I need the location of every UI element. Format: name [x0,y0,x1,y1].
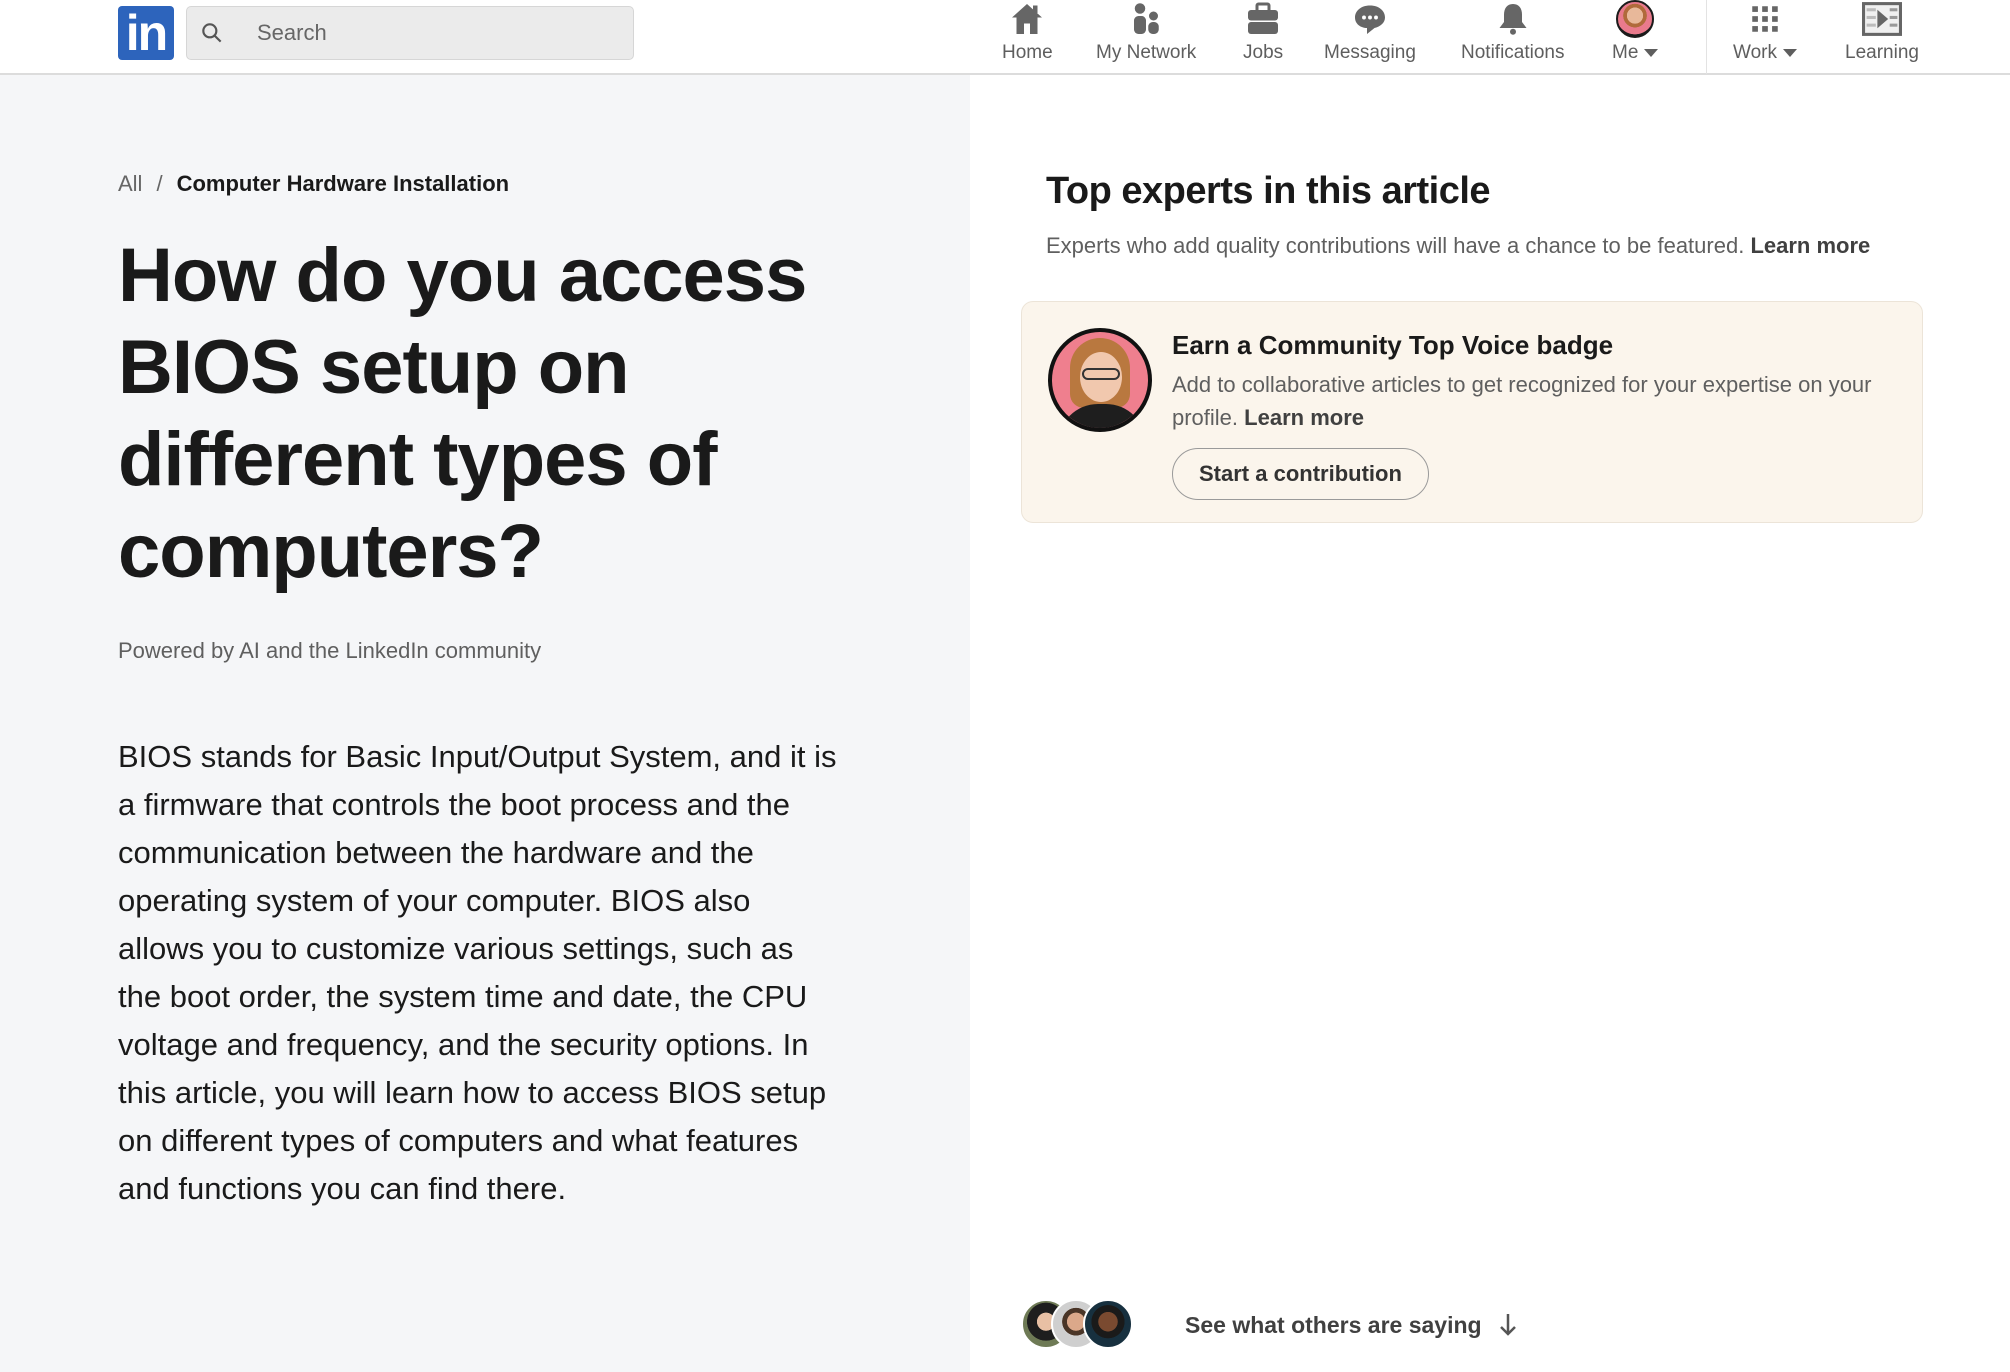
bell-icon [1499,4,1527,35]
experts-subtitle-text: Experts who add quality contributions wi… [1046,233,1745,258]
play-video-icon [1861,2,1902,36]
top-nav-bar: in Home My Network Jobs Messaging Notifi… [0,0,2010,75]
nav-jobs[interactable]: Jobs [1243,0,1283,70]
nav-learning-label: Learning [1845,42,1919,63]
grid-icon [1752,6,1778,32]
caret-down-icon [1644,49,1659,57]
contributor-avatar [1083,1299,1133,1349]
nav-me[interactable]: Me [1612,0,1659,70]
article-panel: All / Computer Hardware Installation How… [0,75,970,1372]
nav-messaging[interactable]: Messaging [1324,0,1416,70]
article-title: How do you access BIOS setup on differen… [118,233,807,594]
briefcase-icon [1248,2,1279,34]
search-icon [202,23,222,43]
nav-work-label: Work [1733,42,1797,64]
chat-bubble-icon [1354,5,1385,34]
breadcrumb-all-link[interactable]: All [118,171,142,197]
nav-my-network[interactable]: My Network [1096,0,1196,70]
experts-sidebar: Top experts in this article Experts who … [970,75,2010,1372]
nav-notifications[interactable]: Notifications [1461,0,1565,70]
card-title: Earn a Community Top Voice badge [1172,330,1614,360]
start-contribution-button[interactable]: Start a contribution [1172,448,1429,500]
powered-by-text: Powered by AI and the LinkedIn community [118,638,542,663]
nav-work[interactable]: Work [1733,0,1797,70]
linkedin-logo[interactable]: in [118,6,174,60]
people-icon [1134,3,1159,34]
caret-down-icon [1782,49,1797,57]
card-description: Add to collaborative articles to get rec… [1172,368,1892,434]
home-icon [1012,4,1043,34]
contributor-avatars [1021,1299,1141,1351]
arrow-down-icon [1499,1314,1516,1336]
breadcrumb-current[interactable]: Computer Hardware Installation [177,171,510,197]
breadcrumb-separator: / [156,171,163,196]
search-box[interactable] [186,6,634,60]
see-others-text[interactable]: See what others are saying [1185,1312,1482,1339]
nav-learning[interactable]: Learning [1845,0,1919,70]
experts-title: Top experts in this article [1046,170,1491,212]
nav-divider [1706,0,1707,74]
experts-subtitle: Experts who add quality contributions wi… [1046,233,1870,259]
nav-jobs-label: Jobs [1243,42,1284,63]
nav-home-label: Home [1002,42,1053,63]
nav-me-label: Me [1612,42,1659,64]
top-voice-badge-card: Earn a Community Top Voice badge Add to … [1021,301,1923,523]
nav-home[interactable]: Home [1002,0,1053,70]
nav-my-network-label: My Network [1096,42,1197,63]
card-learn-more-link[interactable]: Learn more [1244,405,1364,430]
avatar [1616,0,1655,38]
breadcrumb: All / Computer Hardware Installation [118,171,509,197]
see-others-link[interactable]: See what others are saying [1021,1299,1518,1351]
nav-messaging-label: Messaging [1324,42,1416,63]
search-input[interactable] [257,7,617,59]
article-intro: BIOS stands for Basic Input/Output Syste… [118,739,837,1206]
card-avatar [1048,328,1152,432]
experts-learn-more-link[interactable]: Learn more [1750,233,1870,258]
nav-notifications-label: Notifications [1461,42,1565,63]
